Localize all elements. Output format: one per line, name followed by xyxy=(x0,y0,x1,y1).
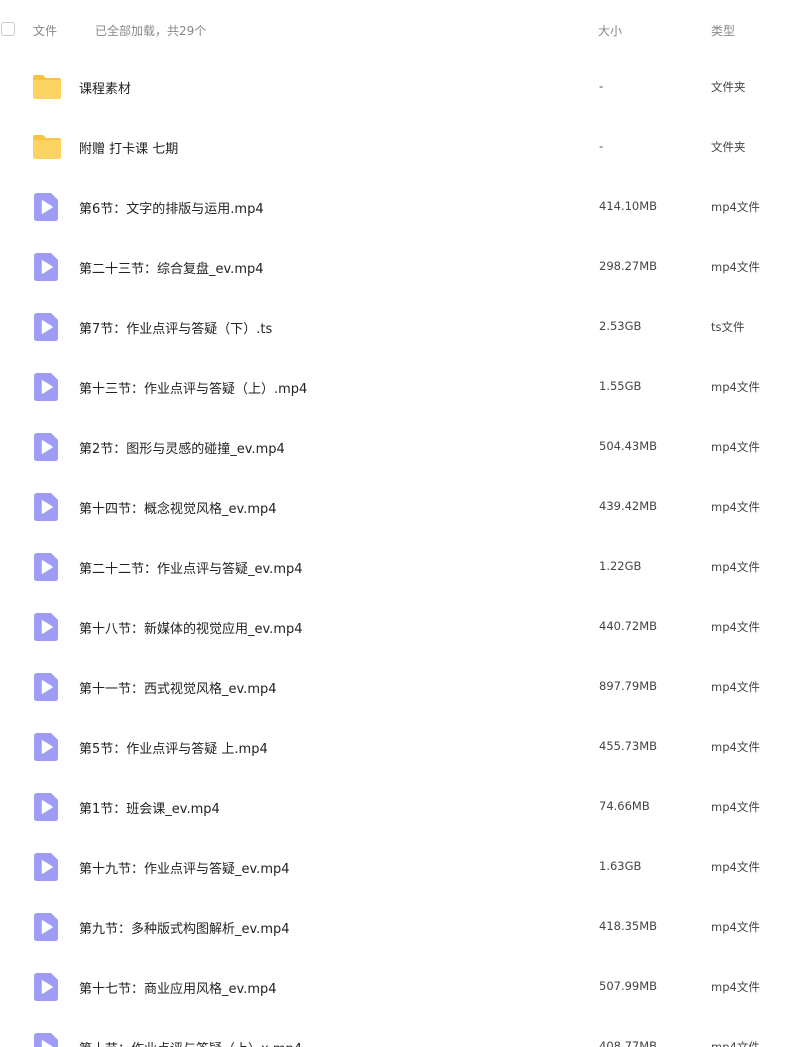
file-type: mp4文件 xyxy=(711,1040,760,1047)
folder-icon xyxy=(32,132,62,162)
file-row[interactable]: 第十三节：作业点评与答疑（上）.mp4 1.55GB mp4文件 xyxy=(0,356,797,416)
file-name[interactable]: 第2节：图形与灵感的碰撞_ev.mp4 xyxy=(79,438,285,457)
file-name[interactable]: 第二十二节：作业点评与答疑_ev.mp4 xyxy=(79,558,303,577)
file-row[interactable]: 第7节：作业点评与答疑（下）.ts 2.53GB ts文件 xyxy=(0,296,797,356)
file-size: 298.27MB xyxy=(599,259,658,273)
file-row[interactable]: 附赠 打卡课 七期 - 文件夹 xyxy=(0,116,797,176)
file-size: 74.66MB xyxy=(599,799,650,813)
file-row[interactable]: 第2节：图形与灵感的碰撞_ev.mp4 504.43MB mp4文件 xyxy=(0,416,797,476)
file-row[interactable]: 第十八节：新媒体的视觉应用_ev.mp4 440.72MB mp4文件 xyxy=(0,596,797,656)
file-name[interactable]: 第十七节：商业应用风格_ev.mp4 xyxy=(79,978,277,997)
file-row[interactable]: 第1节：班会课_ev.mp4 74.66MB mp4文件 xyxy=(0,776,797,836)
file-size: 2.53GB xyxy=(599,319,642,333)
file-row[interactable]: 第5节：作业点评与答疑 上.mp4 455.73MB mp4文件 xyxy=(0,716,797,776)
file-list: 课程素材 - 文件夹 附赠 打卡课 七期 - 文件夹 第6节：文字的排版与运用.mp4 414… xyxy=(0,56,797,1047)
file-row[interactable]: 第九节：多种版式构图解析_ev.mp4 418.35MB mp4文件 xyxy=(0,896,797,956)
file-row[interactable]: 第十节：作业点评与答疑（上）x.mp4 408.77MB mp4文件 xyxy=(0,1016,797,1047)
video-file-icon xyxy=(32,732,62,762)
file-type: 文件夹 xyxy=(711,140,746,154)
file-row[interactable]: 第二十三节：综合复盘_ev.mp4 298.27MB mp4文件 xyxy=(0,236,797,296)
file-name[interactable]: 第十一节：西式视觉风格_ev.mp4 xyxy=(79,678,277,697)
video-file-icon xyxy=(32,312,62,342)
file-name[interactable]: 附赠 打卡课 七期 xyxy=(79,138,178,157)
file-type: mp4文件 xyxy=(711,500,760,514)
video-file-icon xyxy=(32,552,62,582)
video-file-icon xyxy=(32,432,62,462)
file-name[interactable]: 第5节：作业点评与答疑 上.mp4 xyxy=(79,738,268,757)
file-name[interactable]: 第九节：多种版式构图解析_ev.mp4 xyxy=(79,918,290,937)
file-name[interactable]: 第1节：班会课_ev.mp4 xyxy=(79,798,220,817)
file-size: 507.99MB xyxy=(599,979,658,993)
file-size: 439.42MB xyxy=(599,499,658,513)
file-type: 文件夹 xyxy=(711,80,746,94)
file-size: 440.72MB xyxy=(599,619,658,633)
video-file-icon xyxy=(32,912,62,942)
file-name[interactable]: 第6节：文字的排版与运用.mp4 xyxy=(79,198,264,217)
file-row[interactable]: 第6节：文字的排版与运用.mp4 414.10MB mp4文件 xyxy=(0,176,797,236)
file-size: 408.77MB xyxy=(599,1039,658,1047)
file-name[interactable]: 第十三节：作业点评与答疑（上）.mp4 xyxy=(79,378,307,397)
file-type: mp4文件 xyxy=(711,800,760,814)
file-type: mp4文件 xyxy=(711,740,760,754)
file-list-header: 文件 已全部加载，共29个 大小 类型 xyxy=(0,0,797,60)
file-size: 897.79MB xyxy=(599,679,658,693)
file-list-page: 文件 已全部加载，共29个 大小 类型 课程素材 - 文件夹 附赠 打卡课 七期 - 文件… xyxy=(0,0,797,1047)
video-file-icon xyxy=(32,192,62,222)
file-row[interactable]: 课程素材 - 文件夹 xyxy=(0,56,797,116)
file-size: 414.10MB xyxy=(599,199,658,213)
file-type: mp4文件 xyxy=(711,380,760,394)
file-name[interactable]: 课程素材 xyxy=(79,78,131,97)
video-file-icon xyxy=(32,852,62,882)
file-type: mp4文件 xyxy=(711,260,760,274)
video-file-icon xyxy=(32,792,62,822)
file-size: 1.22GB xyxy=(599,559,642,573)
file-size: 418.35MB xyxy=(599,919,658,933)
video-file-icon xyxy=(32,372,62,402)
file-row[interactable]: 第十一节：西式视觉风格_ev.mp4 897.79MB mp4文件 xyxy=(0,656,797,716)
file-row[interactable]: 第十九节：作业点评与答疑_ev.mp4 1.63GB mp4文件 xyxy=(0,836,797,896)
file-type: mp4文件 xyxy=(711,560,760,574)
file-row[interactable]: 第二十二节：作业点评与答疑_ev.mp4 1.22GB mp4文件 xyxy=(0,536,797,596)
folder-icon xyxy=(32,72,62,102)
file-type: mp4文件 xyxy=(711,200,760,214)
video-file-icon xyxy=(32,492,62,522)
file-size: - xyxy=(599,139,604,153)
file-row[interactable]: 第十四节：概念视觉风格_ev.mp4 439.42MB mp4文件 xyxy=(0,476,797,536)
file-name[interactable]: 第十四节：概念视觉风格_ev.mp4 xyxy=(79,498,277,517)
video-file-icon xyxy=(32,612,62,642)
file-type: mp4文件 xyxy=(711,920,760,934)
column-header-type[interactable]: 类型 xyxy=(711,22,735,39)
file-size: 1.63GB xyxy=(599,859,642,873)
file-name[interactable]: 第二十三节：综合复盘_ev.mp4 xyxy=(79,258,264,277)
select-all-checkbox[interactable] xyxy=(1,22,15,36)
file-row[interactable]: 第十七节：商业应用风格_ev.mp4 507.99MB mp4文件 xyxy=(0,956,797,1016)
file-size: 1.55GB xyxy=(599,379,642,393)
file-type: mp4文件 xyxy=(711,860,760,874)
file-type: mp4文件 xyxy=(711,440,760,454)
file-name[interactable]: 第十八节：新媒体的视觉应用_ev.mp4 xyxy=(79,618,303,637)
file-type: mp4文件 xyxy=(711,680,760,694)
video-file-icon xyxy=(32,672,62,702)
load-status-text: 已全部加载，共29个 xyxy=(95,24,207,38)
file-name[interactable]: 第十节：作业点评与答疑（上）x.mp4 xyxy=(79,1038,302,1047)
file-size: - xyxy=(599,79,604,93)
file-type: mp4文件 xyxy=(711,980,760,994)
file-size: 504.43MB xyxy=(599,439,658,453)
file-type: ts文件 xyxy=(711,320,745,334)
video-file-icon xyxy=(32,252,62,282)
file-size: 455.73MB xyxy=(599,739,658,753)
video-file-icon xyxy=(32,1032,62,1047)
file-name[interactable]: 第十九节：作业点评与答疑_ev.mp4 xyxy=(79,858,290,877)
video-file-icon xyxy=(32,972,62,1002)
file-name[interactable]: 第7节：作业点评与答疑（下）.ts xyxy=(79,318,272,337)
column-header-size[interactable]: 大小 xyxy=(598,22,622,39)
file-type: mp4文件 xyxy=(711,620,760,634)
column-header-name[interactable]: 文件 xyxy=(33,22,57,39)
